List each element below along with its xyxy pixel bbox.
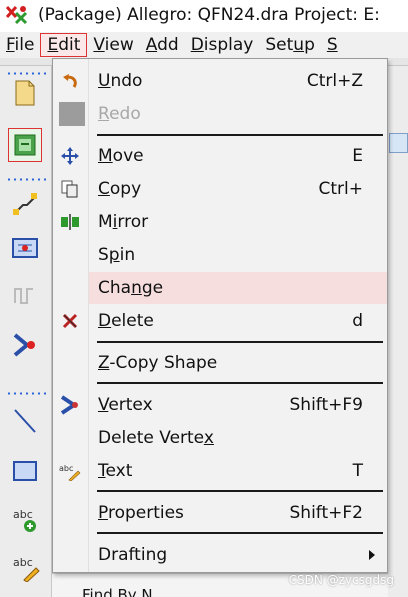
undo-icon	[59, 70, 81, 92]
menu-edit[interactable]: Edit	[40, 33, 88, 57]
menu-item-undo[interactable]: Undo Ctrl+Z	[63, 65, 387, 97]
new-file-icon[interactable]	[8, 76, 42, 110]
properties-shortcut: Shift+F2	[289, 503, 363, 523]
menu-item-redo[interactable]: Redo	[59, 98, 387, 130]
delete-shortcut: d	[352, 311, 363, 331]
menu-item-change[interactable]: Change	[89, 272, 387, 304]
menu-item-text[interactable]: abc Text T	[59, 455, 387, 487]
copy-icon	[59, 178, 81, 200]
right-panel-button[interactable]	[389, 133, 408, 153]
left-toolbar: abc abc	[0, 66, 52, 597]
copy-shortcut: Ctrl+	[318, 179, 364, 199]
menu-item-vertex[interactable]: Vertex Shift+F9	[60, 389, 387, 421]
menu-separator	[97, 341, 383, 343]
watermark: CSDN @zycsgdsg	[288, 573, 394, 587]
menu-display[interactable]: Display	[185, 33, 260, 57]
menu-separator	[97, 490, 383, 492]
toolbar-grip	[6, 72, 46, 75]
menu-item-copy[interactable]: Copy Ctrl+	[61, 173, 387, 205]
slide-disabled-icon[interactable]	[8, 278, 42, 312]
mirror-icon	[59, 211, 81, 233]
menu-add[interactable]: Add	[140, 33, 185, 57]
title-bar: (Package) Allegro: QFN24.dra Project: E:	[0, 0, 408, 30]
svg-text:abc: abc	[13, 556, 33, 569]
shape-fill-icon[interactable]	[8, 232, 42, 266]
vertex-shortcut: Shift+F9	[289, 395, 363, 415]
edit-menu: Undo Ctrl+Z Redo Move E Copy Ctrl+ Mirro…	[52, 58, 388, 573]
menu-item-mirror[interactable]: Mirror	[61, 206, 387, 238]
move-shortcut: E	[352, 146, 363, 166]
menu-item-drafting[interactable]: Drafting	[89, 539, 387, 571]
delete-icon	[59, 310, 81, 332]
menu-item-spin[interactable]: Spin	[89, 239, 387, 271]
menu-item-delete-vertex[interactable]: Delete Vertex	[89, 422, 387, 454]
add-text-icon[interactable]: abc	[8, 502, 42, 536]
allegro-app-icon	[4, 3, 30, 27]
menu-separator	[97, 532, 383, 534]
board-edit-icon[interactable]	[8, 128, 42, 162]
redo-icon	[59, 102, 85, 126]
add-line-icon[interactable]	[8, 404, 42, 438]
toolbar-grip	[6, 392, 46, 395]
menu-bar: File Edit View Add Display Setup S	[0, 32, 408, 58]
find-by-name-label: Find By N	[82, 586, 153, 597]
add-connect-icon[interactable]	[8, 186, 42, 220]
menu-separator	[97, 134, 383, 136]
submenu-arrow-icon	[369, 550, 375, 560]
menu-separator	[97, 382, 383, 384]
add-rectangle-icon[interactable]	[8, 454, 42, 488]
text-edit-icon: abc	[59, 460, 81, 482]
menu-setup[interactable]: Setup	[259, 33, 321, 57]
text-shortcut: T	[352, 461, 363, 481]
toolbar-grip	[6, 178, 46, 181]
menu-item-properties[interactable]: Properties Shift+F2	[89, 497, 387, 529]
svg-text:abc: abc	[13, 508, 33, 521]
menu-s-truncated[interactable]: S	[321, 33, 344, 57]
window-title: (Package) Allegro: QFN24.dra Project: E:	[38, 5, 380, 25]
menu-item-z-copy-shape[interactable]: Z-Copy Shape	[89, 347, 387, 379]
menu-item-delete[interactable]: Delete d	[62, 305, 387, 337]
route-icon[interactable]	[8, 328, 42, 362]
edit-text-icon[interactable]: abc	[8, 550, 42, 584]
svg-text:abc: abc	[59, 464, 73, 473]
undo-shortcut: Ctrl+Z	[306, 71, 363, 91]
move-icon	[59, 145, 81, 167]
menu-item-move[interactable]: Move E	[61, 140, 387, 172]
menu-file[interactable]: File	[0, 33, 40, 57]
vertex-icon	[59, 394, 81, 416]
menu-view[interactable]: View	[87, 33, 139, 57]
